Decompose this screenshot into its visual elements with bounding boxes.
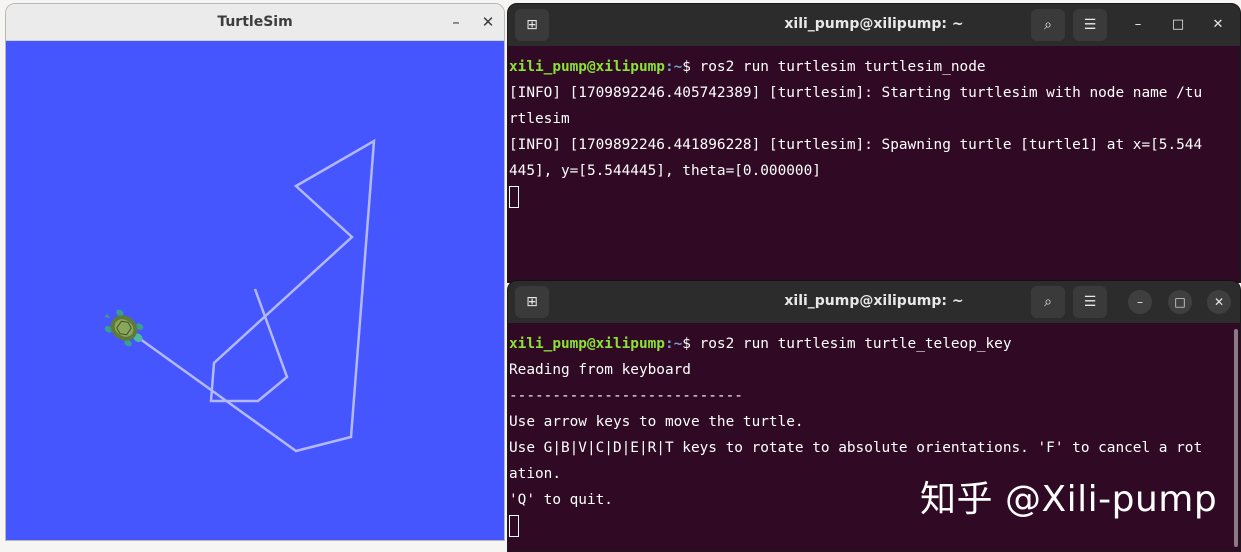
output-line: rtlesim xyxy=(509,111,570,127)
prompt-line: xili_pump@xilipump:~$ ros2 run turtlesim… xyxy=(509,331,1240,357)
prompt-path: :~ xyxy=(664,336,683,352)
output-line: [INFO] [1709892246.405742389] [turtlesim… xyxy=(509,85,1203,101)
close-button[interactable]: ✕ xyxy=(476,10,500,34)
terminal-titlebar[interactable]: ⊞ xili_pump@xilipump: ~ ⌕ ☰ – □ ✕ xyxy=(508,281,1240,323)
menu-icon[interactable]: ☰ xyxy=(1073,286,1107,318)
turtle-trail-svg xyxy=(104,138,376,453)
command-text: $ ros2 run turtlesim turtlesim_node xyxy=(682,59,986,75)
prompt-user: xili_pump@xilipump xyxy=(509,59,665,75)
turtlesim-title: TurtleSim xyxy=(217,14,293,30)
close-button[interactable]: ✕ xyxy=(1207,290,1231,314)
turtlesim-canvas xyxy=(6,41,504,540)
output-line: --------------------------- xyxy=(509,388,743,404)
output-line: Use G|B|V|C|D|E|R|T keys to rotate to ab… xyxy=(509,440,1203,456)
minimize-button[interactable]: – xyxy=(1126,13,1150,37)
output-line: [INFO] [1709892246.441896228] [turtlesim… xyxy=(509,137,1203,153)
minimize-button[interactable]: – xyxy=(1128,290,1152,314)
terminal-window-1: ⊞ xili_pump@xilipump: ~ ⌕ ☰ – □ ✕ xili_p… xyxy=(507,3,1241,283)
text-cursor xyxy=(509,186,519,208)
search-icon[interactable]: ⌕ xyxy=(1031,9,1065,41)
watermark-text: 知乎 @Xili-pump xyxy=(920,479,1218,520)
menu-icon[interactable]: ☰ xyxy=(1073,9,1107,41)
maximize-button[interactable]: □ xyxy=(1166,13,1190,37)
output-line: Use arrow keys to move the turtle. xyxy=(509,414,804,430)
prompt-path: :~ xyxy=(664,59,683,75)
minimize-button[interactable]: – xyxy=(444,10,468,34)
terminal-titlebar[interactable]: ⊞ xili_pump@xilipump: ~ ⌕ ☰ – □ ✕ xyxy=(508,4,1240,46)
turtle-icon xyxy=(104,309,144,347)
output-line: Reading from keyboard xyxy=(509,362,691,378)
scrollbar[interactable] xyxy=(1234,329,1238,547)
maximize-button[interactable]: □ xyxy=(1168,290,1192,314)
turtlesim-window: TurtleSim – ✕ xyxy=(5,3,505,541)
turtle-trail xyxy=(135,138,376,453)
close-button[interactable]: ✕ xyxy=(1206,13,1230,37)
command-text: $ ros2 run turtlesim turtle_teleop_key xyxy=(682,336,1012,352)
search-icon[interactable]: ⌕ xyxy=(1031,286,1065,318)
output-line: 445], y=[5.544445], theta=[0.000000] xyxy=(509,163,821,179)
turtlesim-titlebar[interactable]: TurtleSim – ✕ xyxy=(6,4,504,41)
prompt-user: xili_pump@xilipump xyxy=(509,336,665,352)
prompt-line: xili_pump@xilipump:~$ ros2 run turtlesim… xyxy=(509,54,1240,80)
text-cursor xyxy=(509,515,519,537)
terminal-output[interactable]: xili_pump@xilipump:~$ ros2 run turtlesim… xyxy=(508,46,1240,210)
